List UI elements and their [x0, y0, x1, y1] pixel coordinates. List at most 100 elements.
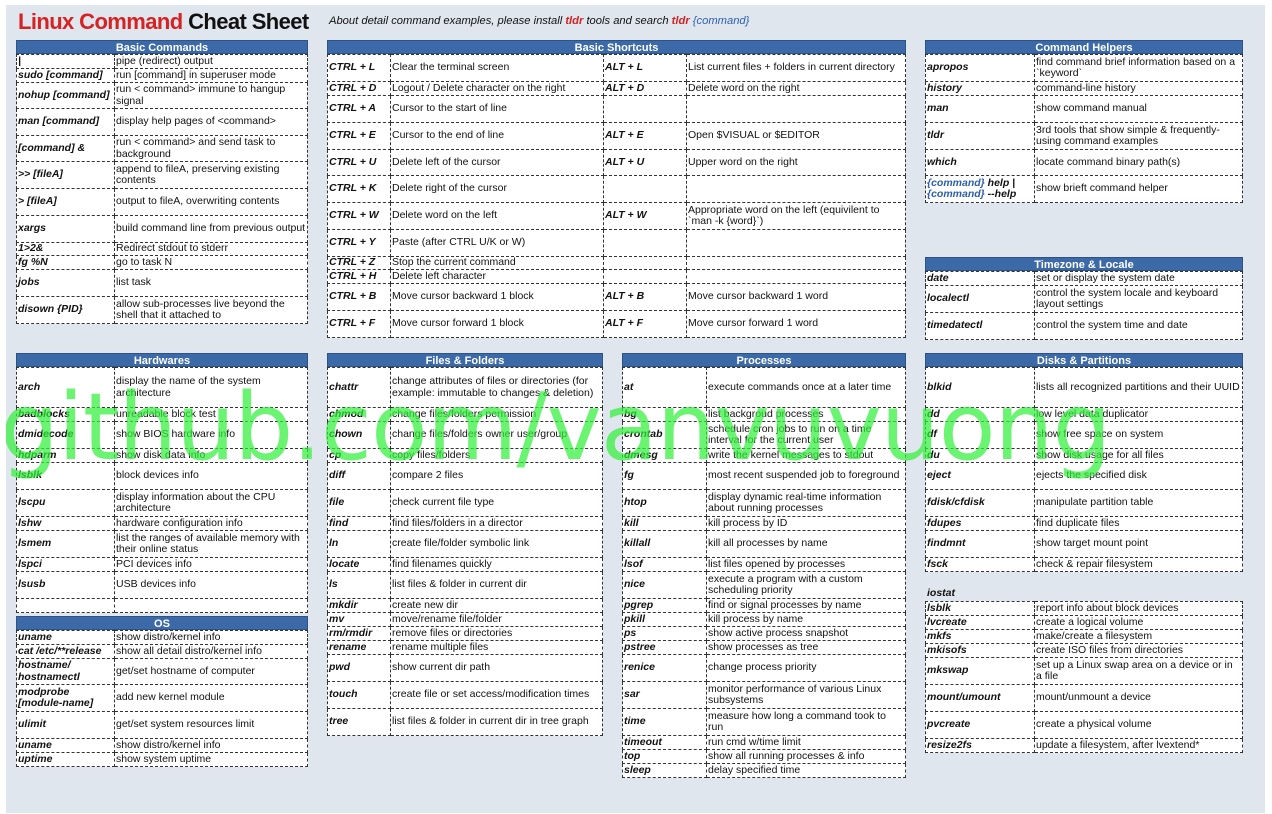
command-name: uname: [16, 738, 115, 753]
command-description: measure how long a command took to run: [706, 708, 906, 736]
shortcut-key: CTRL + H: [327, 269, 391, 284]
command-description: check current file type: [390, 489, 603, 517]
command-name: diff: [327, 462, 391, 490]
command-name: hdparm: [16, 448, 115, 463]
table-row: ps show active process snapshot: [622, 626, 906, 641]
table-row: diff compare 2 files: [327, 462, 603, 490]
table-row: CTRL + Z Stop the current command: [327, 256, 906, 270]
command-name: timeout: [622, 735, 707, 750]
table-row: badblocks unreadable block test: [16, 407, 308, 422]
table-row: hostname/ hostnamectl get/set hostname of…: [16, 658, 308, 685]
command-description: create ISO files from directories: [1034, 643, 1243, 658]
section-basic-commands: Basic Commands | pipe (redirect) output su…: [16, 40, 308, 324]
shortcut-description: Delete right of the cursor: [390, 175, 604, 203]
command-name: resize2fs: [925, 738, 1035, 753]
command-name: > [fileA]: [16, 188, 115, 216]
command-description: show disk data info: [114, 448, 308, 463]
table-row: history command-line history: [925, 81, 1243, 96]
command-name: blkid: [925, 367, 1035, 408]
command-name: at: [622, 367, 707, 408]
command-name: ln: [327, 530, 391, 558]
command-description: show distro/kernel info: [114, 738, 308, 753]
shortcut-description: Upper word on the right: [686, 149, 906, 176]
section-hardwares: Hardwares arch display the name of the sy…: [16, 353, 308, 613]
command-description: show system uptime: [114, 752, 308, 767]
command-name: fg: [622, 462, 707, 490]
table-row: sleep delay specified time: [622, 763, 906, 778]
shortcut-description: Appropriate word on the left (equivilent…: [686, 202, 906, 230]
command-name: htop: [622, 489, 707, 517]
command-name: rm/rmdir: [327, 626, 391, 641]
table-row: which locate command binary path(s): [925, 149, 1243, 176]
table-row: kill kill process by ID: [622, 516, 906, 531]
table-row: top show all running processes & info: [622, 749, 906, 764]
command-name: disown {PID}: [16, 296, 115, 324]
command-name: sleep: [622, 763, 707, 778]
command-name: xargs: [16, 215, 115, 243]
command-name: arch: [16, 367, 115, 408]
command-description: move/rename file/folder: [390, 612, 603, 627]
shortcut-description: Move cursor forward 1 word: [686, 310, 906, 338]
table-row: nohup [command] run < command> immune to …: [16, 82, 308, 109]
command-table: lsblk report info about block devices lvcr…: [925, 601, 1243, 753]
section-title: OS: [16, 616, 308, 630]
table-row: xargs build command line from previous ou…: [16, 215, 308, 243]
table-row: CTRL + E Cursor to the end of line ALT + E…: [327, 122, 906, 150]
command-description: USB devices info: [114, 571, 308, 599]
command-name: pgrep: [622, 598, 707, 613]
table-row: uname show distro/kernel info: [16, 630, 308, 645]
command-name: du: [925, 448, 1035, 463]
command-table: uname show distro/kernel info cat /etc/**r…: [16, 630, 308, 767]
command-name: fdisk/cfdisk: [925, 489, 1035, 517]
command-description: list files & folder in current dir in tr…: [390, 708, 603, 736]
shortcut-description: Open $VISUAL or $EDITOR: [686, 122, 906, 150]
table-row: man [command] display help pages of <comm…: [16, 108, 308, 136]
command-description: get/set hostname of computer: [114, 658, 308, 685]
command-name: jobs: [16, 269, 115, 297]
command-description: display information about the CPU archit…: [114, 489, 308, 517]
command-name: badblocks: [16, 407, 115, 422]
command-name: fdupes: [925, 516, 1035, 531]
command-name: pvcreate: [925, 711, 1035, 739]
table-row: CTRL + K Delete right of the cursor: [327, 175, 906, 203]
command-description: show target mount point: [1034, 530, 1243, 558]
command-name-part: {command}: [927, 176, 985, 189]
command-description: find filenames quickly: [390, 557, 603, 572]
shortcut-description: [686, 175, 906, 203]
command-name: localectl: [925, 285, 1035, 313]
command-name: sar: [622, 681, 707, 709]
table-row: time measure how long a command took to r…: [622, 708, 906, 736]
command-name: time: [622, 708, 707, 736]
command-name: man [command]: [16, 108, 115, 136]
table-row: mkdir create new dir: [327, 598, 603, 613]
command-name: uptime: [16, 752, 115, 767]
table-row: fsck check & repair filesystem: [925, 557, 1243, 572]
command-description: manipulate partition table: [1034, 489, 1243, 517]
command-description: show all detail distro/kernel info: [114, 644, 308, 659]
command-name: >> [fileA]: [16, 161, 115, 189]
command-description: create a logical volume: [1034, 615, 1243, 630]
table-row: ln create file/folder symbolic link: [327, 530, 603, 558]
table-row: modprobe [module-name] add new kernel mod…: [16, 684, 308, 712]
table-row: lscpu display information about the CPU a…: [16, 489, 308, 517]
command-description: kill all processes by name: [706, 530, 906, 558]
section-files-folders: Files & Folders chattr change attributes …: [327, 353, 603, 736]
command-table: at execute commands once at a later time b…: [622, 367, 906, 778]
command-description: check & repair filesystem: [1034, 557, 1243, 572]
table-row: htop display dynamic real-time informatio…: [622, 489, 906, 517]
table-row: lvcreate create a logical volume: [925, 615, 1243, 630]
command-name: cp: [327, 448, 391, 463]
command-name: lsblk: [925, 601, 1035, 616]
table-row: dmidecode show BIOS hardware info: [16, 421, 308, 449]
table-row: lsblk block devices info: [16, 462, 308, 490]
table-row: mv move/rename file/folder: [327, 612, 603, 627]
table-row: > [fileA] output to fileA, overwriting co…: [16, 188, 308, 216]
command-description: run < command> and send task to backgrou…: [114, 135, 308, 162]
command-description: ejects the specified disk: [1034, 462, 1243, 490]
shortcut-key: ALT + D: [603, 81, 687, 96]
command-description: control the system locale and keyboard l…: [1034, 285, 1243, 313]
command-name: fg %N: [16, 255, 115, 270]
command-description: change files/folders permission: [390, 407, 603, 422]
command-description: update a filesystem, after lvextend*: [1034, 738, 1243, 753]
shortcut-key: [603, 256, 687, 270]
